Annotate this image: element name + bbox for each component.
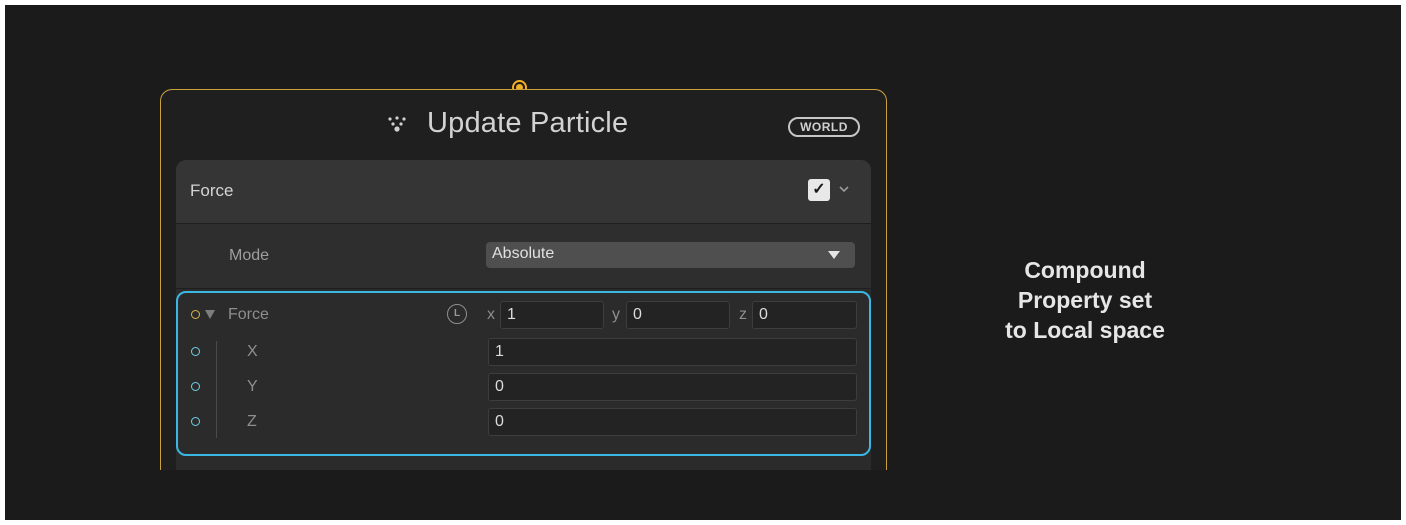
chevron-down-icon[interactable]	[837, 182, 851, 196]
caption: Compound Property set to Local space	[965, 255, 1205, 345]
y-component-field[interactable]: 0	[488, 373, 857, 401]
force-x-field[interactable]: 1	[500, 301, 604, 329]
force-block[interactable]: Force ✓ Mode Absolute Force L x 1 y 0 z …	[176, 160, 871, 470]
expand-triangle-icon[interactable]	[205, 310, 215, 319]
z-input-slot[interactable]	[191, 417, 200, 426]
node-header[interactable]: Update Particle WORLD	[161, 90, 886, 158]
update-particle-icon	[388, 116, 406, 132]
x-axis-label: x	[487, 306, 495, 323]
y-input-slot[interactable]	[191, 382, 200, 391]
tree-guide-line	[216, 341, 217, 438]
mode-value: Absolute	[492, 245, 555, 262]
local-space-toggle[interactable]: L	[447, 304, 467, 324]
mode-label: Mode	[229, 247, 270, 264]
world-space-badge[interactable]: WORLD	[788, 117, 860, 137]
caption-line-3: to Local space	[1005, 317, 1165, 343]
force-input-slot[interactable]	[191, 310, 200, 319]
node-title: Update Particle	[427, 107, 629, 139]
enable-checkbox[interactable]: ✓	[808, 179, 830, 201]
canvas: Update Particle WORLD Force ✓ Mode Absol…	[5, 5, 1401, 520]
dropdown-arrow-icon	[828, 251, 840, 259]
force-label: Force	[228, 306, 269, 323]
y-component-label: Y	[247, 378, 258, 395]
mode-dropdown[interactable]: Absolute	[486, 242, 855, 268]
z-component-label: Z	[247, 413, 257, 430]
force-z-field[interactable]: 0	[752, 301, 857, 329]
force-compound-property: Force L x 1 y 0 z 0 X 1 Y 0 Z 0	[176, 291, 871, 456]
x-component-field[interactable]: 1	[488, 338, 857, 366]
caption-line-1: Compound	[1024, 257, 1146, 283]
z-component-field[interactable]: 0	[488, 408, 857, 436]
z-axis-label: z	[739, 306, 747, 323]
y-axis-label: y	[612, 306, 620, 323]
block-header[interactable]: Force ✓	[176, 160, 871, 224]
force-y-field[interactable]: 0	[626, 301, 730, 329]
update-particle-node[interactable]: Update Particle WORLD Force ✓ Mode Absol…	[160, 89, 887, 470]
mode-row: Mode Absolute	[176, 224, 871, 289]
caption-line-2: Property set	[1017, 287, 1153, 313]
x-component-label: X	[247, 343, 258, 360]
block-title: Force	[190, 181, 234, 200]
x-input-slot[interactable]	[191, 347, 200, 356]
